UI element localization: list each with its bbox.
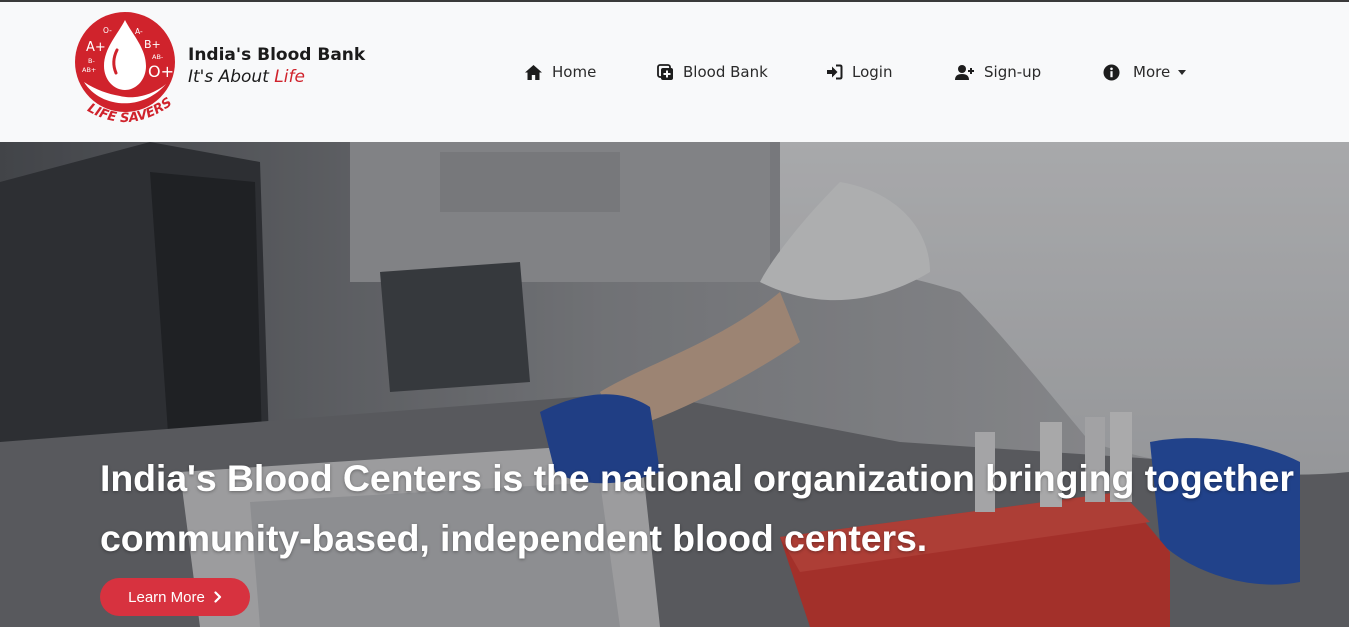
nav-sign-up-label: Sign-up bbox=[984, 63, 1042, 81]
blood-type-ab-pos: AB+ bbox=[82, 66, 96, 74]
info-circle-icon bbox=[1103, 64, 1120, 80]
nav-login-label: Login bbox=[852, 63, 893, 81]
nav-home[interactable]: Home bbox=[524, 60, 596, 84]
medical-plus-icon bbox=[657, 63, 673, 80]
learn-more-label: Learn More bbox=[128, 588, 205, 606]
blood-type-a-pos: A+ bbox=[86, 40, 106, 55]
user-plus-icon bbox=[955, 64, 974, 80]
blood-type-b-neg: B- bbox=[88, 57, 95, 65]
learn-more-button[interactable]: Learn More bbox=[100, 578, 250, 616]
hero-headline-line-2: community-based, independent blood cente… bbox=[100, 517, 928, 559]
brand[interactable]: A+ O- A- B+ B- AB- AB+ O+ LIFE SAVERS In… bbox=[70, 10, 365, 132]
blood-type-a-neg: A- bbox=[135, 27, 143, 36]
tagline-prefix: It's About bbox=[188, 67, 275, 87]
brand-tagline: It's About Life bbox=[188, 66, 365, 88]
brand-title: India's Blood Bank bbox=[188, 45, 366, 65]
blood-type-o-neg: O- bbox=[103, 26, 112, 35]
nav-blood-bank-label: Blood Bank bbox=[683, 63, 768, 81]
hero-headline-line-1: India's Blood Centers is the national or… bbox=[100, 457, 1294, 499]
blood-type-ab-neg: AB- bbox=[152, 53, 164, 61]
navbar: A+ O- A- B+ B- AB- AB+ O+ LIFE SAVERS In… bbox=[0, 2, 1349, 142]
nav-home-label: Home bbox=[552, 63, 597, 81]
hero-banner: India's Blood Centers is the national or… bbox=[0, 142, 1349, 627]
chevron-down-icon bbox=[1178, 69, 1187, 75]
blood-type-b-pos: B+ bbox=[144, 38, 161, 51]
chevron-right-icon bbox=[214, 591, 221, 603]
nav-more-label: More bbox=[1133, 63, 1171, 81]
hero-headline: India's Blood Centers is the national or… bbox=[100, 448, 1320, 568]
nav-more-dropdown[interactable]: More bbox=[1103, 60, 1187, 84]
blood-type-o-pos: O+ bbox=[148, 62, 174, 81]
home-icon bbox=[525, 64, 542, 80]
life-savers-logo: A+ O- A- B+ B- AB- AB+ O+ LIFE SAVERS bbox=[75, 12, 175, 126]
nav-login[interactable]: Login bbox=[826, 60, 892, 84]
nav-sign-up[interactable]: Sign-up bbox=[955, 60, 1041, 84]
tagline-highlight: Life bbox=[274, 67, 305, 87]
nav-blood-bank[interactable]: Blood Bank bbox=[657, 60, 768, 84]
sign-in-icon bbox=[827, 64, 843, 80]
